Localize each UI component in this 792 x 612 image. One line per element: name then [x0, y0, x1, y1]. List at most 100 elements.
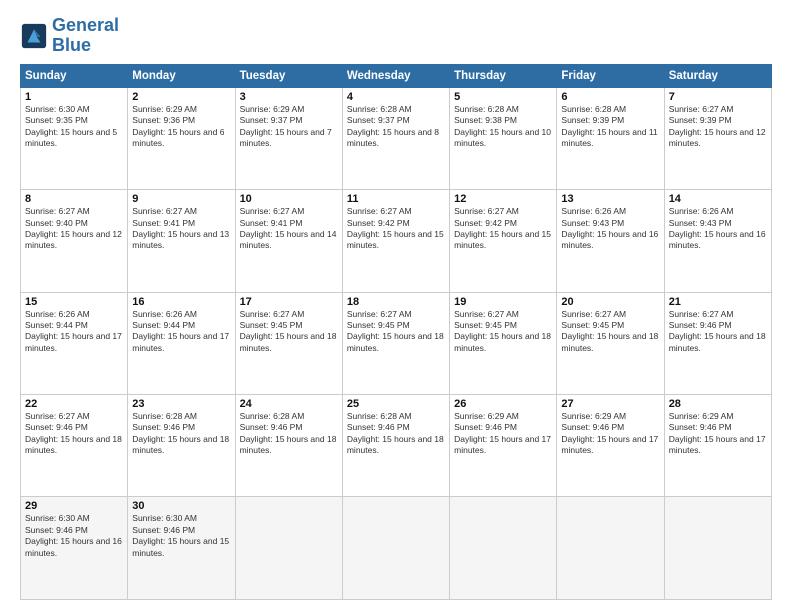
day-number: 30: [132, 500, 230, 512]
calendar-header-wednesday: Wednesday: [342, 64, 449, 87]
day-number: 9: [132, 193, 230, 205]
calendar-cell: 7Sunrise: 6:27 AMSunset: 9:39 PMDaylight…: [664, 87, 771, 189]
calendar-cell: 15Sunrise: 6:26 AMSunset: 9:44 PMDayligh…: [21, 292, 128, 394]
cell-details: Sunrise: 6:28 AMSunset: 9:46 PMDaylight:…: [240, 411, 338, 457]
calendar-week-row: 1Sunrise: 6:30 AMSunset: 9:35 PMDaylight…: [21, 87, 772, 189]
cell-details: Sunrise: 6:27 AMSunset: 9:40 PMDaylight:…: [25, 206, 123, 252]
calendar-cell: 2Sunrise: 6:29 AMSunset: 9:36 PMDaylight…: [128, 87, 235, 189]
day-number: 15: [25, 296, 123, 308]
cell-details: Sunrise: 6:27 AMSunset: 9:45 PMDaylight:…: [240, 309, 338, 355]
cell-details: Sunrise: 6:29 AMSunset: 9:46 PMDaylight:…: [669, 411, 767, 457]
calendar-cell: 10Sunrise: 6:27 AMSunset: 9:41 PMDayligh…: [235, 190, 342, 292]
cell-details: Sunrise: 6:27 AMSunset: 9:45 PMDaylight:…: [561, 309, 659, 355]
calendar-cell: 3Sunrise: 6:29 AMSunset: 9:37 PMDaylight…: [235, 87, 342, 189]
calendar-cell: 28Sunrise: 6:29 AMSunset: 9:46 PMDayligh…: [664, 395, 771, 497]
cell-details: Sunrise: 6:29 AMSunset: 9:46 PMDaylight:…: [561, 411, 659, 457]
day-number: 25: [347, 398, 445, 410]
calendar-header-friday: Friday: [557, 64, 664, 87]
calendar-week-row: 15Sunrise: 6:26 AMSunset: 9:44 PMDayligh…: [21, 292, 772, 394]
calendar-cell: 11Sunrise: 6:27 AMSunset: 9:42 PMDayligh…: [342, 190, 449, 292]
cell-details: Sunrise: 6:30 AMSunset: 9:46 PMDaylight:…: [132, 513, 230, 559]
calendar-cell: 26Sunrise: 6:29 AMSunset: 9:46 PMDayligh…: [450, 395, 557, 497]
logo-text: General Blue: [52, 16, 119, 56]
day-number: 11: [347, 193, 445, 205]
calendar-cell: 29Sunrise: 6:30 AMSunset: 9:46 PMDayligh…: [21, 497, 128, 600]
calendar-cell: 19Sunrise: 6:27 AMSunset: 9:45 PMDayligh…: [450, 292, 557, 394]
day-number: 4: [347, 91, 445, 103]
page: General Blue SundayMondayTuesdayWednesda…: [0, 0, 792, 612]
day-number: 22: [25, 398, 123, 410]
cell-details: Sunrise: 6:27 AMSunset: 9:46 PMDaylight:…: [669, 309, 767, 355]
calendar-cell: 24Sunrise: 6:28 AMSunset: 9:46 PMDayligh…: [235, 395, 342, 497]
calendar-header-sunday: Sunday: [21, 64, 128, 87]
day-number: 27: [561, 398, 659, 410]
calendar-cell: 18Sunrise: 6:27 AMSunset: 9:45 PMDayligh…: [342, 292, 449, 394]
cell-details: Sunrise: 6:26 AMSunset: 9:43 PMDaylight:…: [669, 206, 767, 252]
day-number: 5: [454, 91, 552, 103]
day-number: 3: [240, 91, 338, 103]
calendar-cell: 22Sunrise: 6:27 AMSunset: 9:46 PMDayligh…: [21, 395, 128, 497]
calendar-cell: 27Sunrise: 6:29 AMSunset: 9:46 PMDayligh…: [557, 395, 664, 497]
cell-details: Sunrise: 6:26 AMSunset: 9:44 PMDaylight:…: [25, 309, 123, 355]
calendar-cell: 20Sunrise: 6:27 AMSunset: 9:45 PMDayligh…: [557, 292, 664, 394]
cell-details: Sunrise: 6:27 AMSunset: 9:45 PMDaylight:…: [347, 309, 445, 355]
logo-icon: [20, 22, 48, 50]
day-number: 21: [669, 296, 767, 308]
header: General Blue: [20, 16, 772, 56]
cell-details: Sunrise: 6:27 AMSunset: 9:41 PMDaylight:…: [132, 206, 230, 252]
cell-details: Sunrise: 6:27 AMSunset: 9:45 PMDaylight:…: [454, 309, 552, 355]
calendar-cell: 14Sunrise: 6:26 AMSunset: 9:43 PMDayligh…: [664, 190, 771, 292]
day-number: 2: [132, 91, 230, 103]
calendar-cell: [342, 497, 449, 600]
cell-details: Sunrise: 6:28 AMSunset: 9:37 PMDaylight:…: [347, 104, 445, 150]
calendar-cell: 25Sunrise: 6:28 AMSunset: 9:46 PMDayligh…: [342, 395, 449, 497]
cell-details: Sunrise: 6:26 AMSunset: 9:43 PMDaylight:…: [561, 206, 659, 252]
day-number: 17: [240, 296, 338, 308]
cell-details: Sunrise: 6:28 AMSunset: 9:38 PMDaylight:…: [454, 104, 552, 150]
calendar-cell: 4Sunrise: 6:28 AMSunset: 9:37 PMDaylight…: [342, 87, 449, 189]
day-number: 13: [561, 193, 659, 205]
calendar-week-row: 22Sunrise: 6:27 AMSunset: 9:46 PMDayligh…: [21, 395, 772, 497]
calendar-cell: 9Sunrise: 6:27 AMSunset: 9:41 PMDaylight…: [128, 190, 235, 292]
day-number: 28: [669, 398, 767, 410]
calendar-cell: 1Sunrise: 6:30 AMSunset: 9:35 PMDaylight…: [21, 87, 128, 189]
day-number: 1: [25, 91, 123, 103]
calendar-header-saturday: Saturday: [664, 64, 771, 87]
calendar-cell: 23Sunrise: 6:28 AMSunset: 9:46 PMDayligh…: [128, 395, 235, 497]
day-number: 24: [240, 398, 338, 410]
calendar-header-thursday: Thursday: [450, 64, 557, 87]
calendar-cell: 12Sunrise: 6:27 AMSunset: 9:42 PMDayligh…: [450, 190, 557, 292]
day-number: 18: [347, 296, 445, 308]
cell-details: Sunrise: 6:27 AMSunset: 9:42 PMDaylight:…: [347, 206, 445, 252]
calendar-cell: 6Sunrise: 6:28 AMSunset: 9:39 PMDaylight…: [557, 87, 664, 189]
cell-details: Sunrise: 6:30 AMSunset: 9:35 PMDaylight:…: [25, 104, 123, 150]
calendar-week-row: 8Sunrise: 6:27 AMSunset: 9:40 PMDaylight…: [21, 190, 772, 292]
day-number: 26: [454, 398, 552, 410]
calendar-cell: [664, 497, 771, 600]
calendar-week-row: 29 Sunrise: 6:30 AMSunset: 9:46 PMDayligh…: [21, 497, 772, 600]
calendar-cell: 8Sunrise: 6:27 AMSunset: 9:40 PMDaylight…: [21, 190, 128, 292]
cell-details: Sunrise: 6:26 AMSunset: 9:44 PMDaylight:…: [132, 309, 230, 355]
cell-details: Sunrise: 6:27 AMSunset: 9:41 PMDaylight:…: [240, 206, 338, 252]
calendar-cell: 5Sunrise: 6:28 AMSunset: 9:38 PMDaylight…: [450, 87, 557, 189]
day-number: 8: [25, 193, 123, 205]
day-number: 23: [132, 398, 230, 410]
day-number: 7: [669, 91, 767, 103]
cell-details: Sunrise: 6:28 AMSunset: 9:39 PMDaylight:…: [561, 104, 659, 150]
calendar-cell: 30Sunrise: 6:30 AMSunset: 9:46 PMDayligh…: [128, 497, 235, 600]
cell-details: Sunrise: 6:28 AMSunset: 9:46 PMDaylight:…: [347, 411, 445, 457]
day-number: 19: [454, 296, 552, 308]
calendar-cell: [235, 497, 342, 600]
cell-details: Sunrise: 6:27 AMSunset: 9:46 PMDaylight:…: [25, 411, 123, 457]
day-number: 12: [454, 193, 552, 205]
calendar-header-row: SundayMondayTuesdayWednesdayThursdayFrid…: [21, 64, 772, 87]
calendar-header-monday: Monday: [128, 64, 235, 87]
cell-details: Sunrise: 6:29 AMSunset: 9:36 PMDaylight:…: [132, 104, 230, 150]
calendar-cell: [450, 497, 557, 600]
day-number: 29: [25, 500, 123, 512]
day-number: 10: [240, 193, 338, 205]
cell-details: Sunrise: 6:27 AMSunset: 9:39 PMDaylight:…: [669, 104, 767, 150]
cell-details: Sunrise: 6:27 AMSunset: 9:42 PMDaylight:…: [454, 206, 552, 252]
calendar-cell: 17Sunrise: 6:27 AMSunset: 9:45 PMDayligh…: [235, 292, 342, 394]
day-number: 14: [669, 193, 767, 205]
